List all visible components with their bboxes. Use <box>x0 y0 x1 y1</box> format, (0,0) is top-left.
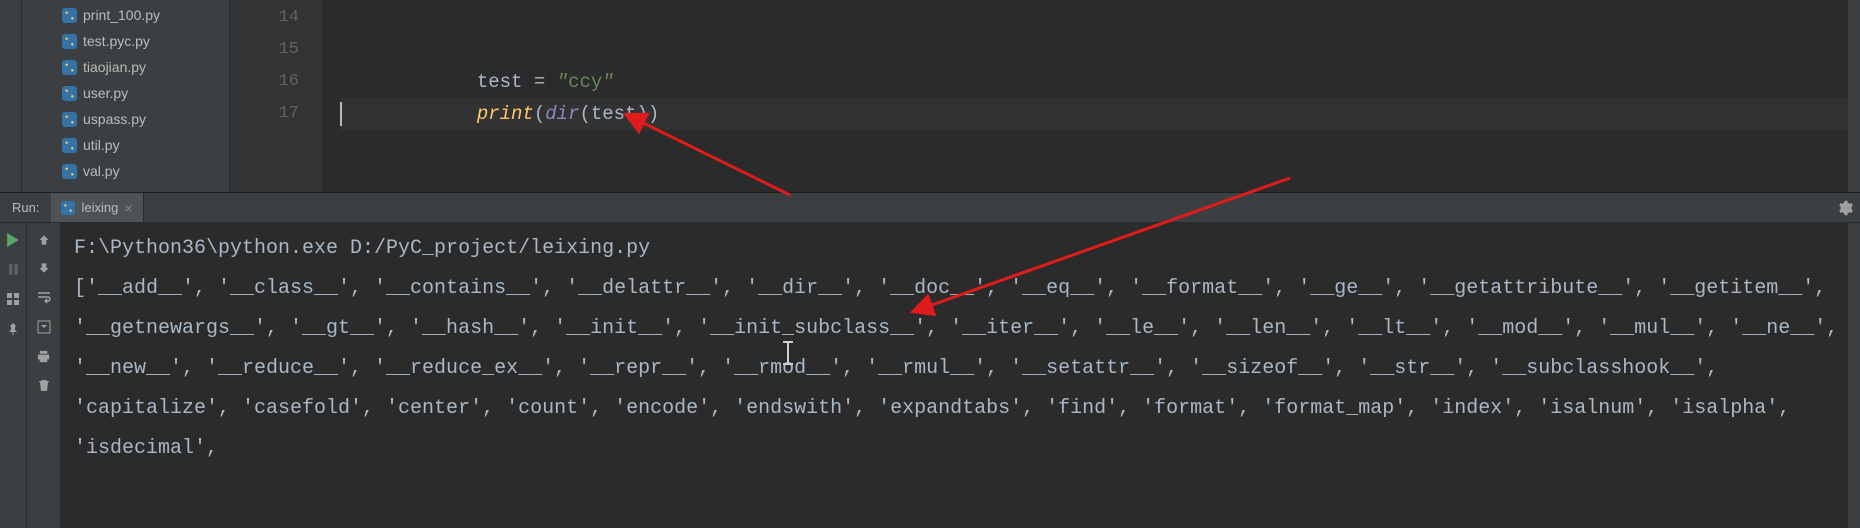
console-command-line: F:\Python36\python.exe D:/PyC_project/le… <box>74 237 650 260</box>
tree-file-print100[interactable]: print_100.py <box>22 2 229 28</box>
console-scrollbar[interactable] <box>1848 223 1860 528</box>
run-icon[interactable] <box>6 233 20 247</box>
line-number: 14 <box>230 2 321 34</box>
stop-icon[interactable] <box>7 263 20 276</box>
python-file-icon <box>62 8 77 23</box>
close-icon[interactable]: × <box>124 200 132 216</box>
tree-file-user[interactable]: user.py <box>22 80 229 106</box>
tree-file-uspass[interactable]: uspass.py <box>22 106 229 132</box>
line-number: 16 <box>230 66 321 98</box>
editor-gutter: 14 15 16 17 <box>230 0 322 192</box>
python-file-icon <box>62 164 77 179</box>
tree-file-util[interactable]: util.py <box>22 132 229 158</box>
line-number: 15 <box>230 34 321 66</box>
code-builtin: dir <box>545 103 579 125</box>
gear-icon[interactable] <box>1830 193 1860 222</box>
trash-icon[interactable] <box>37 378 51 392</box>
console-stdout: ['__add__', '__class__', '__contains__',… <box>74 277 1848 460</box>
python-file-icon <box>62 34 77 49</box>
tree-file-label: test.pyc.py <box>83 33 150 49</box>
console-output[interactable]: F:\Python36\python.exe D:/PyC_project/le… <box>60 223 1848 528</box>
code-identifier: test <box>591 103 637 125</box>
python-file-icon <box>62 112 77 127</box>
tree-file-label: print_100.py <box>83 7 160 23</box>
project-tree[interactable]: print_100.py test.pyc.py tiaojian.py use… <box>22 0 230 192</box>
editor-scrollbar[interactable] <box>1848 0 1860 192</box>
pin-icon[interactable] <box>6 322 20 336</box>
run-tool-window: Run: leixing × <box>0 192 1860 528</box>
code-builtin: print <box>477 103 534 125</box>
line-number: 17 <box>230 98 321 130</box>
tree-file-label: uspass.py <box>83 111 146 127</box>
python-file-icon <box>62 86 77 101</box>
scroll-to-end-icon[interactable] <box>36 319 52 335</box>
tree-file-label: val.py <box>83 163 120 179</box>
arrow-down-icon[interactable] <box>37 261 51 275</box>
arrow-up-icon[interactable] <box>37 233 51 247</box>
left-tool-stripe <box>0 0 22 192</box>
run-config-name: leixing <box>81 200 118 215</box>
soft-wrap-icon[interactable] <box>36 289 52 305</box>
run-panel-title: Run: <box>0 193 51 222</box>
python-file-icon <box>62 60 77 75</box>
tree-file-tiaojian[interactable]: tiaojian.py <box>22 54 229 80</box>
editor-caret <box>340 102 342 126</box>
run-action-gutter-2 <box>26 223 60 528</box>
run-config-tab[interactable]: leixing × <box>51 193 143 222</box>
tree-file-val[interactable]: val.py <box>22 158 229 184</box>
tree-file-label: user.py <box>83 85 128 101</box>
run-tab-bar: Run: leixing × <box>0 193 1860 223</box>
run-action-gutter-1 <box>0 223 26 528</box>
tree-file-label: util.py <box>83 137 120 153</box>
editor-content[interactable]: test = "ccy" print(dir(test)) <box>322 2 1848 130</box>
code-identifier: test <box>477 71 523 93</box>
print-icon[interactable] <box>36 349 51 364</box>
tree-file-testpyc[interactable]: test.pyc.py <box>22 28 229 54</box>
python-file-icon <box>61 201 75 215</box>
layout-icon[interactable] <box>6 292 20 306</box>
code-editor[interactable]: 14 15 16 17 test = "ccy" print(dir(test)… <box>230 0 1860 192</box>
tree-file-label: tiaojian.py <box>83 59 146 75</box>
python-file-icon <box>62 138 77 153</box>
code-string: ccy <box>568 71 602 93</box>
